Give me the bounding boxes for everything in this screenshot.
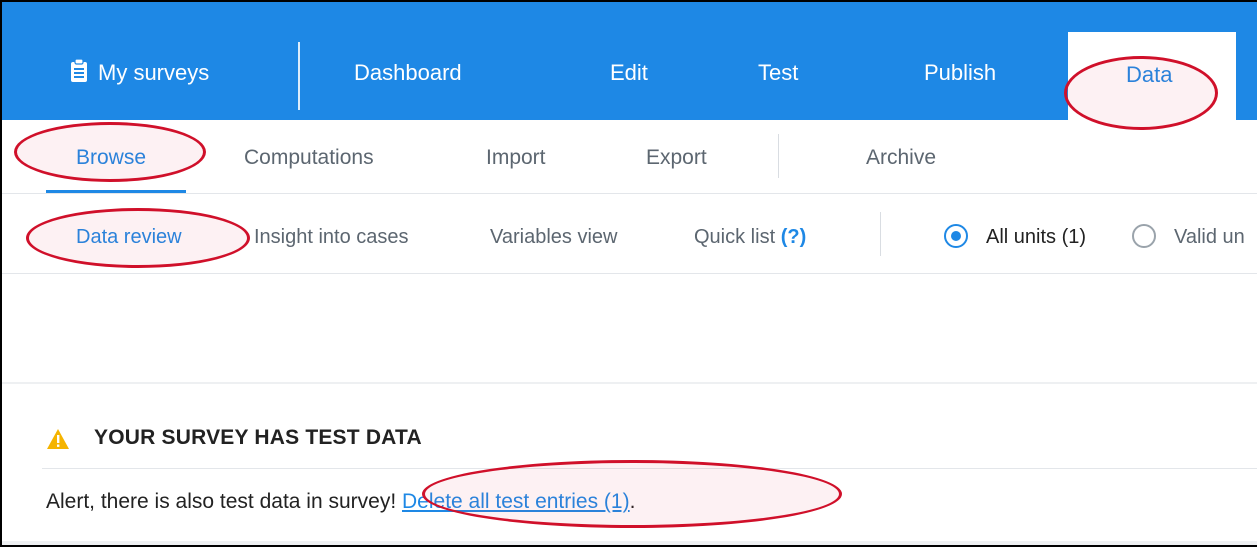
tab-export[interactable]: Export [646, 146, 707, 170]
nav-dashboard[interactable]: Dashboard [354, 60, 462, 86]
delete-test-entries-link[interactable]: Delete all test entries (1) [402, 490, 630, 513]
valid-units-label[interactable]: Valid un [1174, 226, 1245, 249]
quick-list-label: Quick list [694, 226, 776, 248]
alert-message-text: Alert, there is also test data in survey… [46, 490, 402, 513]
tab-archive[interactable]: Archive [866, 146, 936, 170]
alert-title: YOUR SURVEY HAS TEST DATA [94, 426, 422, 449]
nav-data-label: Data [1126, 62, 1173, 87]
warning-triangle-icon [47, 429, 69, 449]
subnav-separator [778, 134, 779, 178]
sub-navigation: Browse Computations Import Export Archiv… [2, 120, 1257, 194]
view-navigation: Data review Insight into cases Variables… [2, 194, 1257, 274]
nav-data-tab[interactable]: Data [1068, 32, 1236, 122]
top-navigation: My surveys Dashboard Edit Test Publish D… [2, 2, 1257, 122]
alert-message-suffix: . [629, 490, 636, 513]
content-spacer [2, 274, 1257, 384]
tab-computations[interactable]: Computations [244, 146, 374, 170]
alert-bottom-bar [2, 541, 1257, 545]
all-units-label[interactable]: All units (1) [986, 226, 1086, 249]
tab-browse[interactable]: Browse [76, 146, 146, 170]
view-insight-into-cases[interactable]: Insight into cases [254, 226, 409, 249]
nav-edit[interactable]: Edit [610, 60, 648, 86]
nav-publish[interactable]: Publish [924, 60, 996, 86]
view-variables[interactable]: Variables view [490, 226, 617, 249]
test-data-alert: YOUR SURVEY HAS TEST DATA Alert, there i… [2, 382, 1257, 545]
quick-list-help[interactable]: (?) [781, 226, 807, 248]
view-quick-list[interactable]: Quick list (?) [694, 226, 806, 249]
thirdnav-separator [880, 212, 881, 256]
radio-all-units[interactable] [944, 224, 968, 248]
radio-valid-units[interactable] [1132, 224, 1156, 248]
alert-divider [42, 468, 1257, 469]
nav-my-surveys[interactable]: My surveys [98, 60, 209, 86]
alert-message: Alert, there is also test data in survey… [46, 490, 635, 514]
view-data-review[interactable]: Data review [76, 226, 182, 249]
nav-test[interactable]: Test [758, 60, 798, 86]
active-tab-underline [46, 190, 186, 193]
clipboard-icon [71, 59, 87, 82]
tab-import[interactable]: Import [486, 146, 546, 170]
nav-separator [298, 42, 300, 110]
app-frame: My surveys Dashboard Edit Test Publish D… [0, 0, 1257, 547]
